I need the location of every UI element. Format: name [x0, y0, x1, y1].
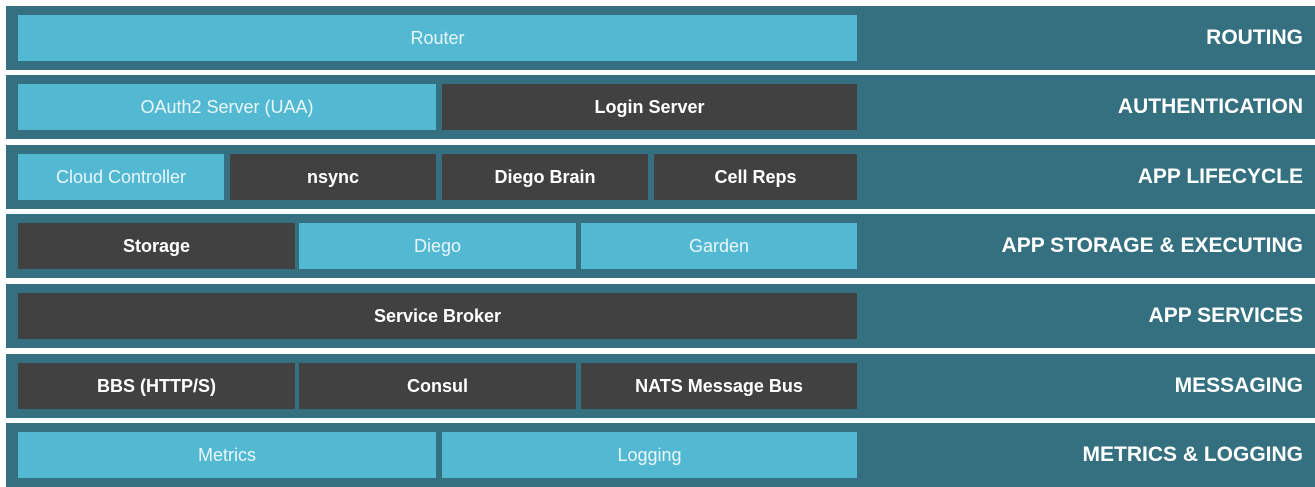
cloud-controller-box: Cloud Controller [18, 154, 224, 200]
layer-app-lifecycle: Cloud Controller nsync Diego Brain Cell … [6, 145, 1315, 209]
layer-label-app-storage-executing: APP STORAGE & EXECUTING [1001, 234, 1303, 257]
oauth2-server-box: OAuth2 Server (UAA) [18, 84, 436, 130]
nsync-box: nsync [230, 154, 436, 200]
layer-app-services: Service Broker APP SERVICES [6, 284, 1315, 348]
bbs-box: BBS (HTTP/S) [18, 363, 295, 409]
layer-app-storage-executing: Storage Diego Garden APP STORAGE & EXECU… [6, 214, 1315, 278]
nats-message-bus-box: NATS Message Bus [581, 363, 857, 409]
layer-messaging: BBS (HTTP/S) Consul NATS Message Bus MES… [6, 354, 1315, 418]
garden-box: Garden [581, 223, 857, 269]
layer-label-routing: ROUTING [1206, 26, 1303, 49]
consul-box: Consul [299, 363, 576, 409]
diego-box: Diego [299, 223, 576, 269]
layer-label-authentication: AUTHENTICATION [1117, 95, 1303, 118]
service-broker-box: Service Broker [18, 293, 857, 339]
layer-label-metrics-logging: METRICS & LOGGING [1082, 443, 1304, 466]
logging-box: Logging [442, 432, 857, 478]
layer-metrics-logging: Metrics Logging METRICS & LOGGING [6, 423, 1315, 487]
diego-brain-box: Diego Brain [442, 154, 648, 200]
layer-routing: Router ROUTING [6, 6, 1315, 70]
router-box: Router [18, 15, 857, 61]
cell-reps-box: Cell Reps [654, 154, 857, 200]
login-server-box: Login Server [442, 84, 857, 130]
layer-label-app-services: APP SERVICES [1148, 304, 1303, 327]
storage-box: Storage [18, 223, 295, 269]
layer-authentication: OAuth2 Server (UAA) Login Server AUTHENT… [6, 75, 1315, 139]
layer-label-messaging: MESSAGING [1174, 374, 1303, 397]
layer-label-app-lifecycle: APP LIFECYCLE [1137, 165, 1303, 188]
metrics-box: Metrics [18, 432, 436, 478]
